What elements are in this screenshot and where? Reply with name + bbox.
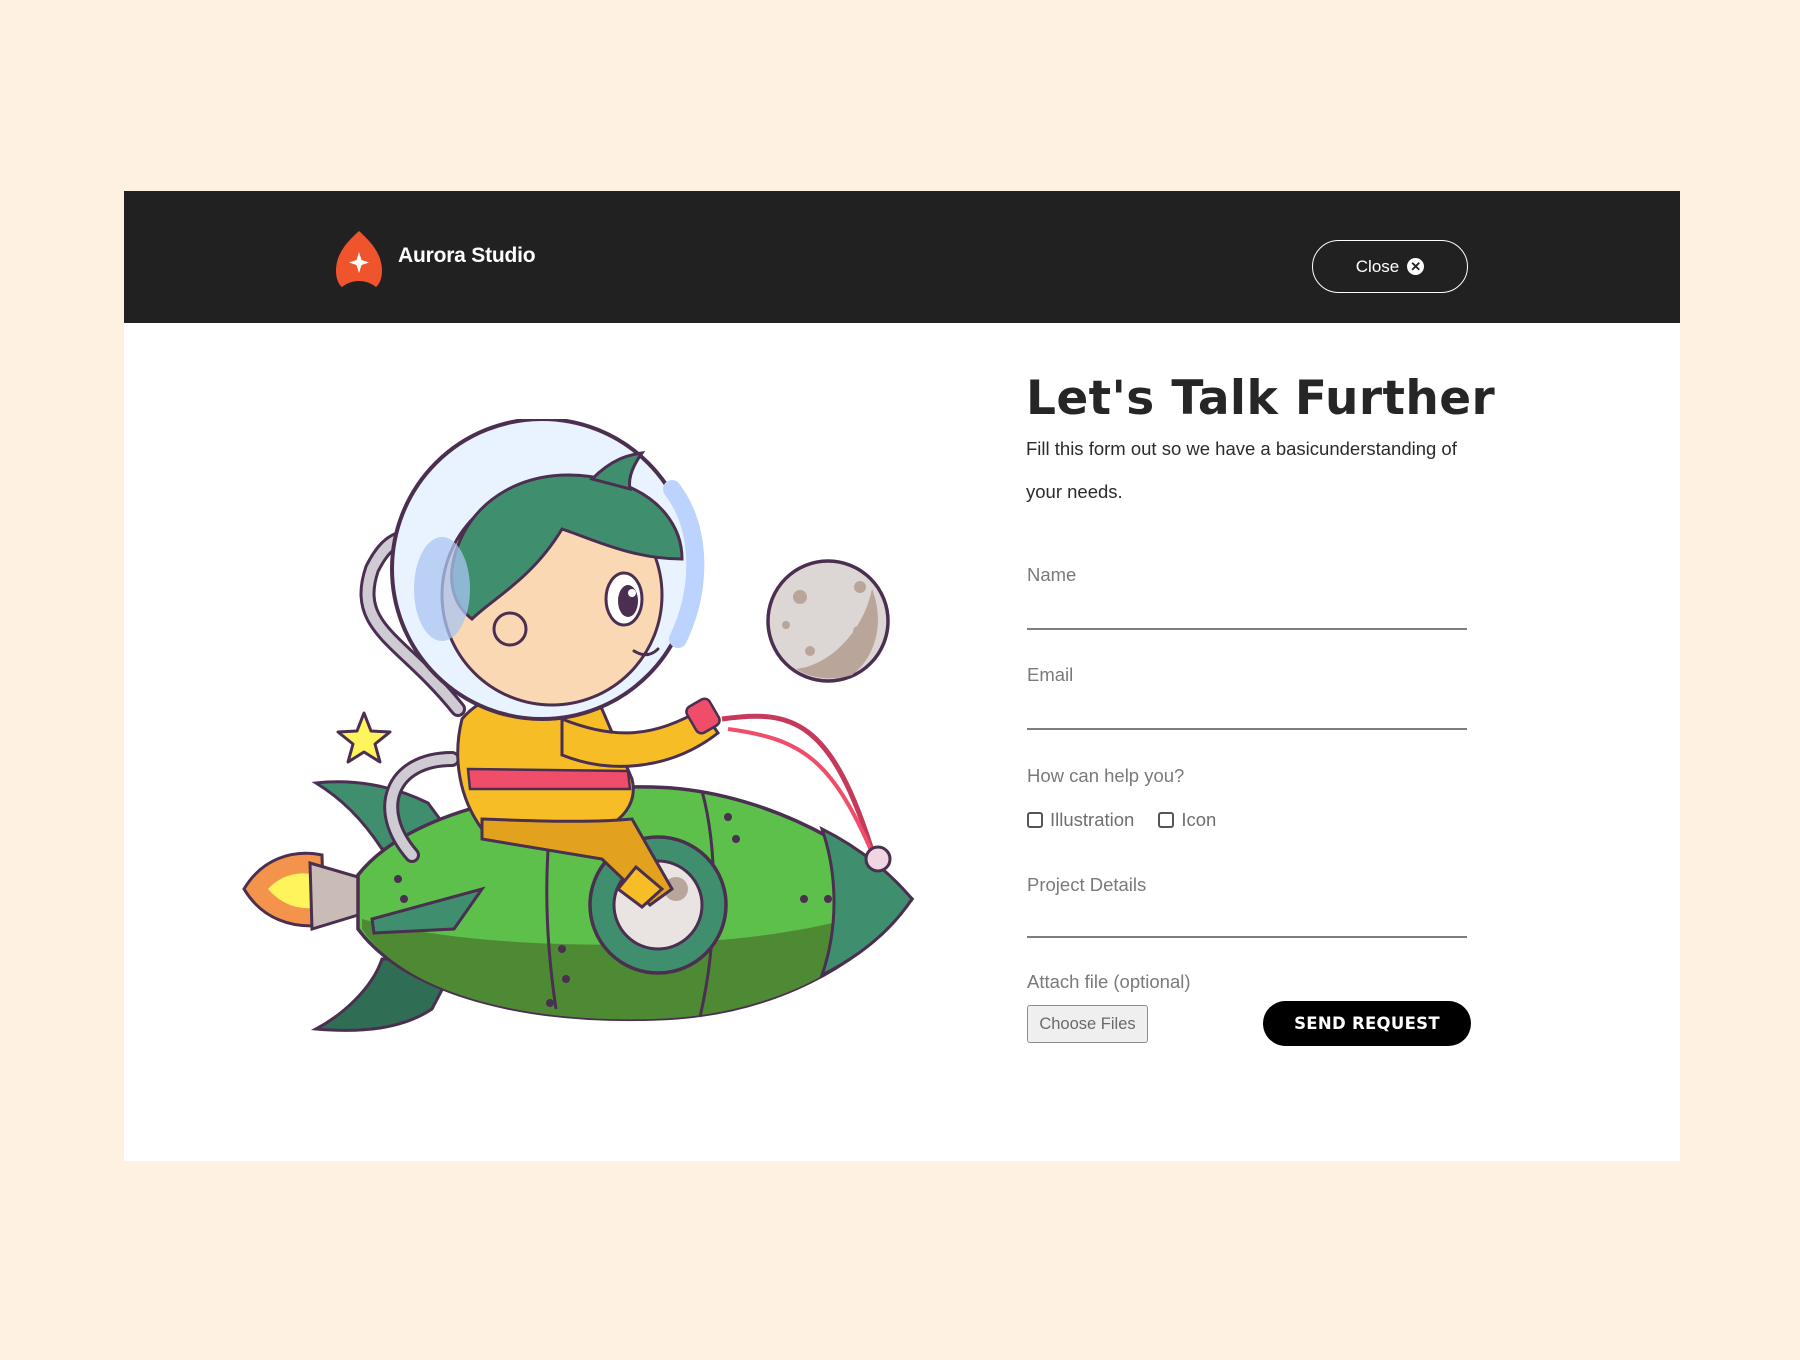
name-label: Name — [1027, 564, 1077, 585]
email-input[interactable] — [1027, 698, 1467, 730]
icon-checkbox[interactable] — [1158, 812, 1175, 828]
close-button-label: Close — [1355, 256, 1400, 276]
form-intro: Fill this form out so we have a basicund… — [1026, 438, 1457, 502]
choose-files-button[interactable]: Choose Files — [1027, 1005, 1148, 1043]
header-bar: Aurora Studio Close ✕ — [124, 191, 1680, 323]
brand-name: Aurora Studio — [398, 244, 536, 267]
project-details-label: Project Details — [1027, 874, 1147, 895]
option-illustration[interactable]: Illustration — [1027, 809, 1134, 831]
page-title: Let's Talk Further — [1026, 371, 1496, 426]
project-details-input[interactable] — [1027, 906, 1467, 938]
close-icon: ✕ — [1407, 258, 1425, 275]
attach-file-label: Attach file (optional) — [1027, 971, 1191, 992]
illustration-checkbox[interactable] — [1027, 812, 1043, 828]
astronaut-rocket-illustration — [242, 419, 915, 1032]
contact-card: Aurora Studio Close ✕ Let's Talk Further… — [124, 191, 1680, 1161]
help-options: Illustration Icon — [1027, 809, 1240, 831]
email-label: Email — [1027, 664, 1074, 685]
close-button[interactable]: Close ✕ — [1312, 240, 1468, 293]
send-request-button[interactable]: SEND REQUEST — [1263, 1001, 1471, 1046]
option-icon[interactable]: Icon — [1158, 809, 1216, 831]
option-label: Illustration — [1050, 809, 1135, 830]
option-label: Icon — [1181, 809, 1217, 830]
help-label: How can help you? — [1027, 765, 1185, 786]
name-input[interactable] — [1027, 598, 1467, 630]
logo-icon — [336, 231, 382, 287]
